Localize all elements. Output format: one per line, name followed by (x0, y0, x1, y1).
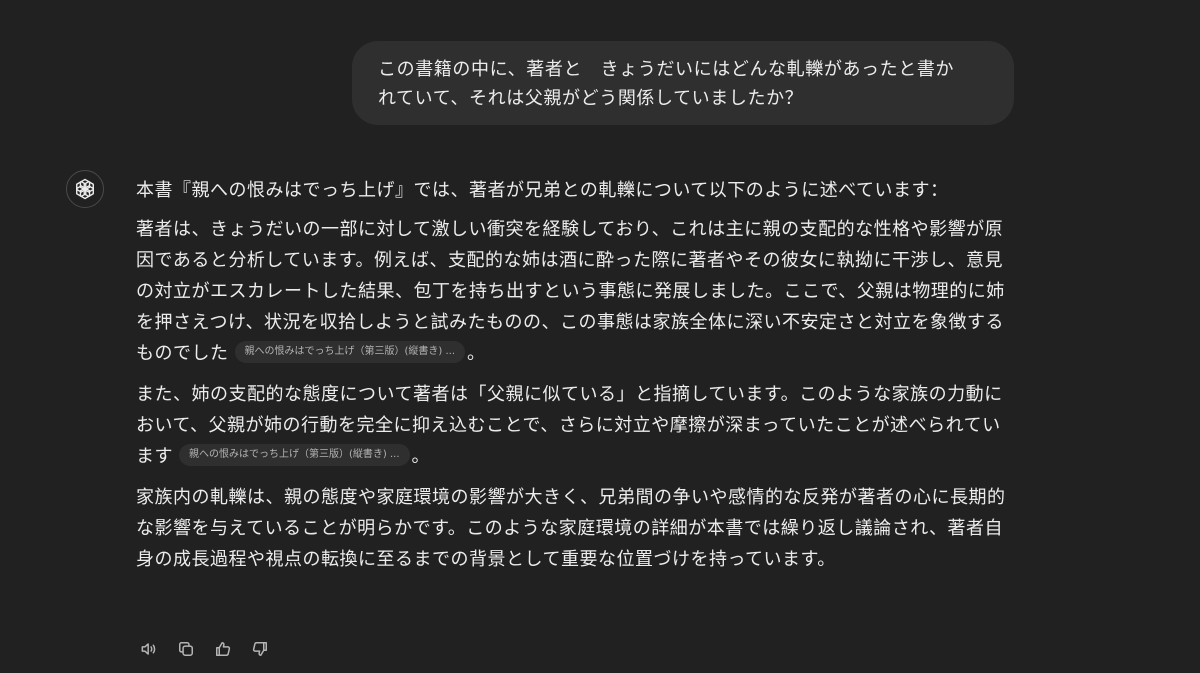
speaker-icon (141, 642, 155, 655)
paragraph-2-end: 。 (411, 446, 431, 467)
user-message-line-1: この書籍の中に、著者と きょうだいにはどんな軋轢があったと書か (378, 59, 955, 80)
thumbs-down-icon (252, 641, 267, 656)
answer-paragraph-1: 著者は、きょうだいの一部に対して激しい衝突を経験しており、これは主に親の支配的な… (136, 214, 1011, 369)
openai-logo-icon (76, 178, 94, 200)
chat-page: この書籍の中に、著者と きょうだいにはどんな軋轢があったと書か れていて、それは… (0, 0, 1200, 673)
copy-button[interactable] (173, 636, 198, 661)
answer-intro: 本書『親への恨みはでっち上げ』では、著者が兄弟との軋轢について以下のように述べて… (136, 180, 949, 201)
answer-paragraph-3: 家族内の軋轢は、親の態度や家庭環境の影響が大きく、兄弟間の争いや感情的な反発が著… (136, 487, 1006, 570)
read-aloud-button[interactable] (136, 636, 161, 661)
good-response-button[interactable] (210, 636, 235, 661)
assistant-message: 本書『親への恨みはでっち上げ』では、著者が兄弟との軋轢について以下のように述べて… (136, 175, 1011, 585)
user-message-line-2: れていて、それは父親がどう関係していましたか？ (378, 88, 804, 109)
citation-chip-2[interactable]: 親への恨みはでっち上げ（第三版）(縦書き) ... (179, 444, 410, 466)
user-message-bubble: この書籍の中に、著者と きょうだいにはどんな軋轢があったと書か れていて、それは… (352, 41, 1014, 125)
copy-icon (178, 641, 193, 656)
citation-chip-1[interactable]: 親への恨みはでっち上げ（第三版）(縦書き) ... (234, 341, 466, 363)
message-actions (136, 636, 272, 661)
assistant-avatar (66, 170, 104, 208)
paragraph-1-end: 。 (467, 343, 486, 364)
thumbs-up-icon (215, 641, 230, 656)
bad-response-button[interactable] (247, 636, 272, 661)
answer-paragraph-2: また、姉の支配的な態度について著者は「父親に似ている」と指摘しています。このよう… (136, 379, 1011, 472)
